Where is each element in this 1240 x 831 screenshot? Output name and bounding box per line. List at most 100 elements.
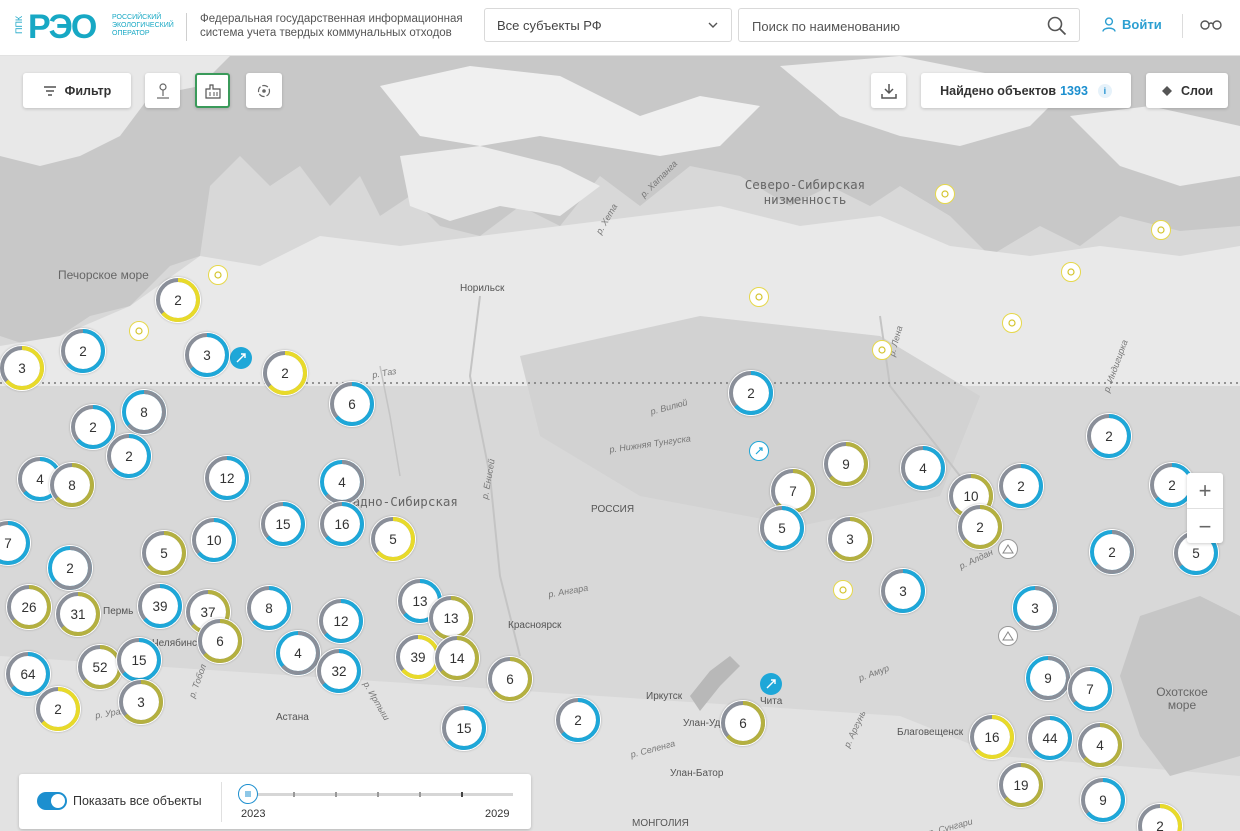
factory-layer-button[interactable] bbox=[195, 73, 230, 108]
cluster-marker[interactable]: 14 bbox=[434, 635, 480, 681]
cluster-marker[interactable]: 9 bbox=[1025, 655, 1071, 701]
login-button[interactable]: Войти bbox=[1102, 17, 1162, 32]
cluster-count: 8 bbox=[265, 600, 273, 616]
recycle-layer-button[interactable] bbox=[246, 73, 282, 108]
cluster-marker[interactable]: 8 bbox=[49, 462, 95, 508]
cluster-marker[interactable]: 5 bbox=[759, 505, 805, 551]
cluster-count: 9 bbox=[1099, 792, 1107, 808]
cluster-marker[interactable]: 2 bbox=[60, 328, 106, 374]
cluster-marker[interactable]: 6 bbox=[487, 656, 533, 702]
layers-icon bbox=[1161, 85, 1172, 96]
cluster-marker[interactable]: 9 bbox=[823, 441, 869, 487]
filter-button[interactable]: Фильтр bbox=[23, 73, 131, 108]
map[interactable]: Печорское море Северо-Сибирская низменно… bbox=[0, 56, 1240, 831]
cluster-marker[interactable]: 3 bbox=[0, 345, 45, 391]
cluster-marker[interactable]: 6 bbox=[720, 700, 766, 746]
cluster-marker[interactable]: 12 bbox=[318, 598, 364, 644]
search-icon[interactable] bbox=[1047, 16, 1067, 36]
landfill-pin[interactable] bbox=[1151, 220, 1171, 240]
cluster-count: 2 bbox=[1156, 818, 1164, 831]
cluster-marker[interactable]: 4 bbox=[275, 630, 321, 676]
cluster-count: 9 bbox=[842, 456, 850, 472]
cluster-marker[interactable]: 2 bbox=[262, 350, 308, 396]
cluster-count: 64 bbox=[20, 666, 36, 682]
zoom-in-icon[interactable]: + bbox=[1187, 473, 1223, 509]
landfill-pin[interactable] bbox=[749, 287, 769, 307]
cluster-marker[interactable]: 7 bbox=[0, 520, 31, 566]
cluster-marker[interactable]: 2 bbox=[998, 463, 1044, 509]
cluster-marker[interactable]: 15 bbox=[116, 637, 162, 683]
cluster-marker[interactable]: 31 bbox=[55, 591, 101, 637]
cluster-marker[interactable]: 9 bbox=[1080, 777, 1126, 823]
cluster-marker[interactable]: 2 bbox=[47, 545, 93, 591]
cluster-count: 8 bbox=[68, 477, 76, 493]
cluster-marker[interactable]: 2 bbox=[1089, 529, 1135, 575]
cluster-marker[interactable]: 5 bbox=[370, 516, 416, 562]
cluster-marker[interactable]: 2 bbox=[35, 686, 81, 732]
cluster-marker[interactable]: 3 bbox=[1012, 585, 1058, 631]
cluster-count: 3 bbox=[846, 531, 854, 547]
cluster-count: 15 bbox=[456, 720, 472, 736]
cluster-marker[interactable]: 15 bbox=[441, 705, 487, 751]
label-norilsk: Норильск bbox=[460, 283, 505, 294]
cluster-marker[interactable]: 3 bbox=[118, 679, 164, 725]
cluster-marker[interactable]: 2 bbox=[1137, 803, 1183, 831]
landfill-pin[interactable] bbox=[208, 265, 228, 285]
zoom-out-icon[interactable]: − bbox=[1187, 509, 1223, 544]
cluster-marker[interactable]: 10 bbox=[191, 517, 237, 563]
cluster-marker[interactable]: 26 bbox=[6, 584, 52, 630]
cluster-marker[interactable]: 39 bbox=[137, 583, 183, 629]
cluster-marker[interactable]: 2 bbox=[155, 277, 201, 323]
landfill-pin[interactable] bbox=[1002, 313, 1022, 333]
layers-button[interactable]: Слои bbox=[1146, 73, 1228, 108]
cluster-marker[interactable]: 19 bbox=[998, 762, 1044, 808]
search-input[interactable] bbox=[750, 18, 1034, 35]
landfill-layer-button[interactable] bbox=[145, 73, 180, 108]
cluster-marker[interactable]: 32 bbox=[316, 648, 362, 694]
cluster-marker[interactable]: 4 bbox=[319, 459, 365, 505]
landfill-pin[interactable] bbox=[1061, 262, 1081, 282]
region-select[interactable]: Все субъекты РФ bbox=[484, 8, 732, 42]
cluster-count: 5 bbox=[1192, 545, 1200, 561]
cluster-marker[interactable]: 8 bbox=[121, 389, 167, 435]
drop-icon bbox=[1008, 319, 1016, 327]
year-slider-thumb[interactable] bbox=[238, 784, 258, 804]
cluster-marker[interactable]: 7 bbox=[1067, 666, 1113, 712]
cluster-marker[interactable]: 2 bbox=[555, 697, 601, 743]
cluster-marker[interactable]: 16 bbox=[969, 714, 1015, 760]
cluster-marker[interactable]: 6 bbox=[197, 618, 243, 664]
glasses-icon[interactable] bbox=[1200, 17, 1222, 31]
cluster-marker[interactable]: 6 bbox=[329, 381, 375, 427]
logo-mark[interactable]: РЭО bbox=[28, 8, 97, 47]
cluster-count: 4 bbox=[919, 460, 927, 476]
cluster-count: 9 bbox=[1044, 670, 1052, 686]
cluster-marker[interactable]: 5 bbox=[141, 530, 187, 576]
cluster-marker[interactable]: 2 bbox=[106, 433, 152, 479]
facility-pin[interactable] bbox=[760, 673, 782, 695]
download-button[interactable] bbox=[871, 73, 906, 108]
cluster-marker[interactable]: 15 bbox=[260, 501, 306, 547]
cluster-count: 5 bbox=[160, 545, 168, 561]
cluster-marker[interactable]: 16 bbox=[319, 501, 365, 547]
cluster-marker[interactable]: 4 bbox=[900, 445, 946, 491]
facility-pin[interactable] bbox=[749, 441, 769, 461]
cluster-marker[interactable]: 3 bbox=[184, 332, 230, 378]
cluster-count: 2 bbox=[89, 419, 97, 435]
cluster-marker[interactable]: 3 bbox=[880, 568, 926, 614]
show-all-toggle[interactable] bbox=[37, 792, 67, 810]
facility-pin[interactable] bbox=[230, 347, 252, 369]
cluster-marker[interactable]: 4 bbox=[1077, 722, 1123, 768]
landfill-pin[interactable] bbox=[833, 580, 853, 600]
cluster-marker[interactable]: 44 bbox=[1027, 715, 1073, 761]
landfill-pin[interactable] bbox=[935, 184, 955, 204]
cluster-marker[interactable]: 2 bbox=[728, 370, 774, 416]
cluster-marker[interactable]: 3 bbox=[827, 516, 873, 562]
landfill-pin[interactable] bbox=[872, 340, 892, 360]
cluster-marker[interactable]: 2 bbox=[1086, 413, 1132, 459]
cluster-marker[interactable]: 8 bbox=[246, 585, 292, 631]
landfill-pin[interactable] bbox=[129, 321, 149, 341]
cluster-marker[interactable]: 12 bbox=[204, 455, 250, 501]
year-slider-track[interactable] bbox=[241, 792, 513, 797]
cluster-marker[interactable]: 2 bbox=[957, 504, 1003, 550]
info-icon[interactable]: i bbox=[1097, 83, 1112, 98]
